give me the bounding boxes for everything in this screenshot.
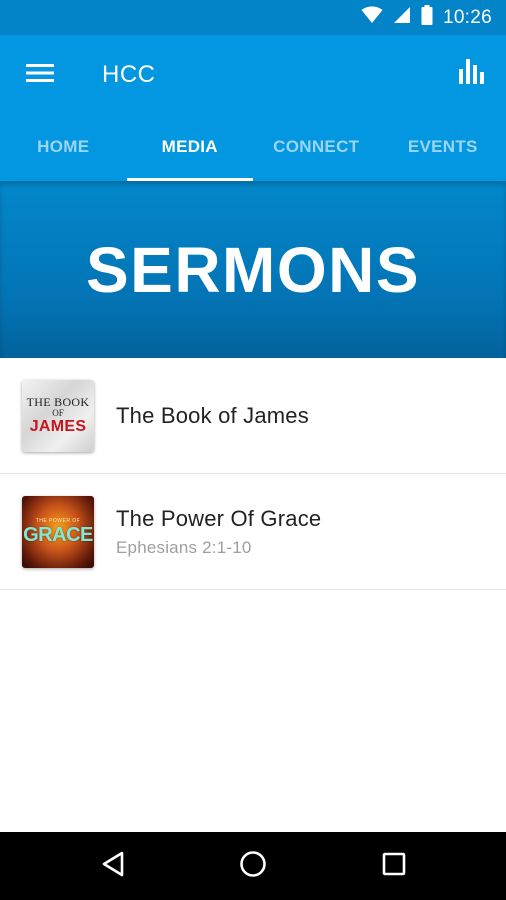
tab-home[interactable]: HOME (0, 115, 127, 181)
system-nav-bar (0, 832, 506, 900)
battery-icon (421, 5, 433, 30)
list-item[interactable]: THE POWER OF GRACE The Power Of Grace Ep… (0, 474, 506, 590)
status-time: 10:26 (442, 6, 492, 28)
app-title: HCC (102, 61, 156, 88)
hamburger-menu-icon (26, 63, 54, 88)
home-icon (239, 850, 267, 883)
tab-bar: HOME MEDIA CONNECT EVENTS (0, 115, 506, 181)
wifi-icon (361, 6, 383, 29)
app-bar: HCC (0, 35, 506, 115)
sermon-title: The Power Of Grace (116, 505, 322, 531)
back-button[interactable] (96, 849, 130, 883)
home-button[interactable] (236, 849, 270, 883)
list-item[interactable]: THE BOOK OF JAMES The Book of James (0, 358, 506, 474)
sermon-title: The Book of James (116, 402, 309, 428)
banner-title: SERMONS (85, 233, 421, 306)
tab-media[interactable]: MEDIA (126, 115, 254, 181)
thumb-text: JAMES (29, 418, 87, 435)
recents-icon (382, 852, 406, 881)
sermon-thumbnail: THE POWER OF GRACE (22, 495, 94, 568)
bar-chart-icon (458, 57, 486, 90)
tab-connect[interactable]: CONNECT (253, 115, 380, 181)
back-icon (101, 851, 125, 882)
sermon-thumbnail: THE BOOK OF JAMES (22, 379, 94, 452)
tab-events[interactable]: EVENTS (380, 115, 506, 181)
thumb-text: OF (52, 408, 64, 418)
sermon-subtitle: Ephesians 2:1-10 (116, 537, 252, 557)
sermon-list: THE BOOK OF JAMES The Book of James THE … (0, 358, 506, 590)
stats-button[interactable] (454, 55, 490, 91)
status-icons: 10:26 (361, 0, 492, 35)
recents-button[interactable] (377, 849, 411, 883)
menu-button[interactable] (20, 59, 60, 91)
signal-icon (393, 6, 411, 29)
list-item-text: The Power Of Grace Ephesians 2:1-10 (116, 506, 321, 558)
sermons-banner: SERMONS (0, 181, 506, 358)
thumb-text: GRACE (23, 523, 93, 546)
list-item-text: The Book of James (116, 403, 309, 429)
thumb-text: THE BOOK (26, 395, 90, 409)
status-bar: 10:26 (0, 0, 506, 35)
